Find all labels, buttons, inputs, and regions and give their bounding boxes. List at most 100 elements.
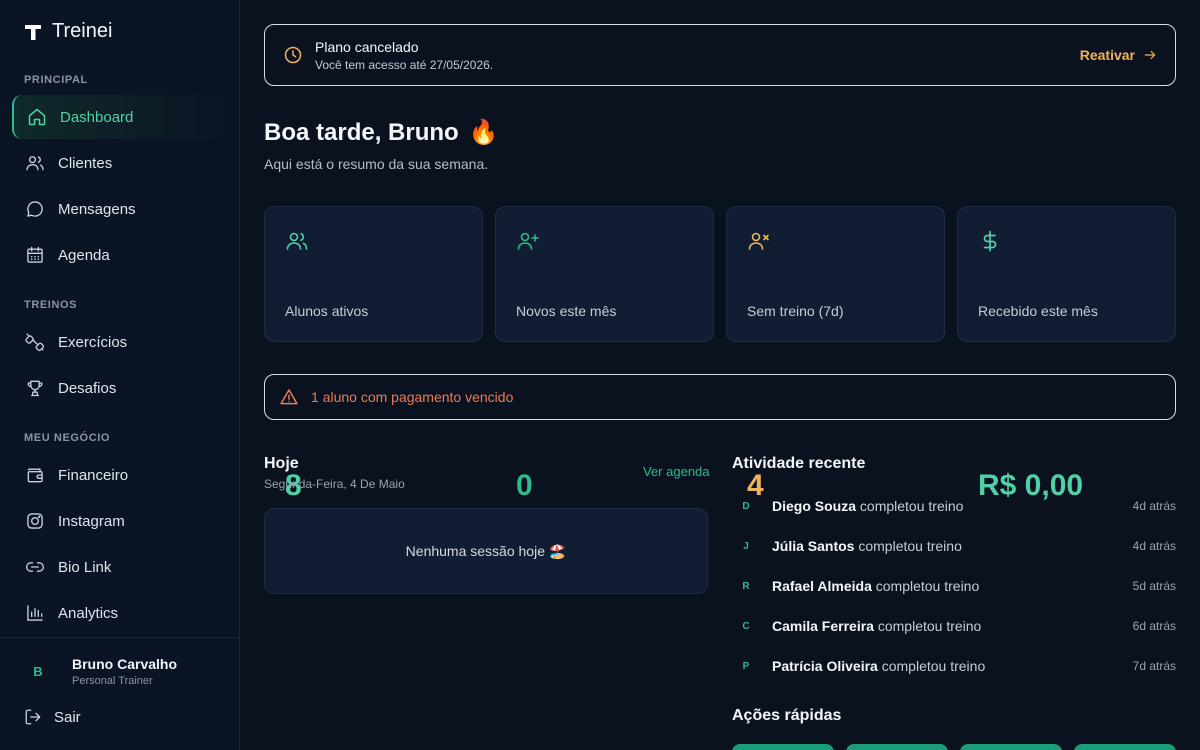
section-label-principal: PRINCIPAL — [24, 74, 88, 86]
dollar-icon — [983, 230, 997, 252]
sidebar-item-agenda[interactable]: Agenda — [12, 233, 228, 277]
quick-action-button[interactable] — [1074, 744, 1176, 750]
sidebar-item-financeiro[interactable]: Financeiro — [12, 453, 228, 497]
users-icon — [24, 152, 46, 174]
arrow-right-icon — [1144, 50, 1156, 60]
sidebar: Treinei PRINCIPAL Dashboard Clientes Men… — [0, 0, 240, 750]
dumbbell-icon — [24, 331, 46, 353]
user-x-icon — [748, 232, 769, 250]
activity-user: Diego Souza — [772, 498, 857, 514]
sidebar-item-label: Financeiro — [58, 466, 129, 484]
user-profile[interactable]: B Bruno Carvalho Personal Trainer — [24, 656, 177, 687]
activity-text: Patrícia Oliveira completou treino — [772, 658, 985, 674]
wallet-icon — [24, 464, 46, 486]
sidebar-divider — [0, 637, 240, 638]
avatar: R — [742, 580, 750, 592]
list-item[interactable]: D Diego Souza completou treino 4d atrás — [732, 494, 1176, 518]
activity-text: Diego Souza completou treino — [772, 498, 963, 514]
stat-card-no-workout[interactable]: 4 Sem treino (7d) — [726, 206, 945, 502]
sidebar-item-clientes[interactable]: Clientes — [12, 141, 228, 185]
fire-icon: 🔥 — [468, 119, 499, 146]
activity-time: 7d atrás — [1132, 659, 1176, 673]
today-date: Segunda-Feira, 4 De Maio — [264, 477, 405, 491]
sidebar-item-label: Dashboard — [60, 108, 134, 126]
avatar: B — [33, 664, 43, 679]
user-role: Personal Trainer — [72, 675, 153, 687]
activity-user: Júlia Santos — [772, 538, 855, 554]
empty-sessions: Nenhuma sessão hoje 🏖️ — [264, 508, 708, 594]
trophy-icon — [24, 377, 46, 399]
home-icon — [26, 106, 48, 128]
today-title: Hoje — [264, 455, 299, 472]
users-icon — [286, 232, 308, 250]
activity-action: completou treino — [877, 618, 982, 634]
sidebar-item-exercicios[interactable]: Exercícios — [12, 320, 228, 364]
reactivate-button[interactable]: Reativar — [1080, 47, 1157, 63]
instagram-icon — [24, 510, 46, 532]
sidebar-item-analytics[interactable]: Analytics — [12, 591, 228, 635]
payment-overdue-alert[interactable]: 1 aluno com pagamento vencido — [264, 374, 1176, 420]
list-item[interactable]: R Rafael Almeida completou treino 5d atr… — [732, 574, 1176, 598]
stat-card-received-this-month[interactable]: R$ 0,00 Recebido este mês — [957, 206, 1176, 502]
quick-actions-title: Ações rápidas — [732, 707, 842, 724]
activity-action: completou treino — [875, 578, 980, 594]
quick-action-button[interactable] — [732, 744, 834, 750]
stat-label: Sem treino (7d) — [747, 303, 844, 319]
activity-user: Patrícia Oliveira — [772, 658, 878, 674]
logo-icon — [25, 24, 41, 40]
see-agenda-link[interactable]: Ver agenda — [643, 464, 710, 479]
user-plus-icon — [517, 232, 539, 250]
logout-label: Sair — [54, 708, 81, 726]
stat-label: Novos este mês — [516, 303, 617, 319]
activity-user: Camila Ferreira — [772, 618, 874, 634]
alert-text: 1 aluno com pagamento vencido — [311, 389, 514, 405]
avatar: D — [742, 500, 750, 512]
avatar: J — [743, 540, 749, 552]
sidebar-item-bio-link[interactable]: Bio Link — [12, 545, 228, 589]
stat-card-active-students[interactable]: 8 Alunos ativos — [264, 206, 483, 502]
list-item[interactable]: C Camila Ferreira completou treino 6d at… — [732, 614, 1176, 638]
sidebar-item-instagram[interactable]: Instagram — [12, 499, 228, 543]
activity-action: completou treino — [859, 498, 964, 514]
link-icon — [24, 556, 46, 578]
activity-time: 4d atrás — [1132, 499, 1176, 513]
activity-time: 6d atrás — [1132, 619, 1176, 633]
activity-text: Júlia Santos completou treino — [772, 538, 962, 554]
section-label-meu-negocio: MEU NEGÓCIO — [24, 432, 111, 444]
banner-subtitle: Você tem acesso até 27/05/2026. — [315, 57, 494, 72]
stat-value: 0 — [516, 469, 533, 502]
sidebar-item-label: Agenda — [58, 246, 110, 264]
quick-action-button[interactable] — [960, 744, 1062, 750]
activity-action: completou treino — [881, 658, 986, 674]
clock-icon — [284, 46, 302, 64]
bar-chart-icon — [24, 602, 46, 624]
sidebar-item-label: Bio Link — [58, 558, 112, 576]
activity-text: Rafael Almeida completou treino — [772, 578, 979, 594]
sidebar-item-label: Exercícios — [58, 333, 128, 351]
brand[interactable]: Treinei — [24, 20, 112, 43]
greeting: Boa tarde, Bruno 🔥 — [264, 118, 499, 147]
sidebar-item-label: Mensagens — [58, 200, 136, 218]
banner-title: Plano cancelado — [315, 38, 419, 55]
sidebar-item-dashboard[interactable]: Dashboard — [12, 95, 228, 139]
user-name: Bruno Carvalho — [72, 656, 178, 672]
list-item[interactable]: J Júlia Santos completou treino 4d atrás — [732, 534, 1176, 558]
list-item[interactable]: P Patrícia Oliveira completou treino 7d … — [732, 654, 1176, 678]
section-label-treinos: TREINOS — [24, 299, 78, 311]
activity-time: 5d atrás — [1132, 579, 1176, 593]
plan-cancelled-banner: Plano cancelado Você tem acesso até 27/0… — [264, 24, 1176, 86]
reactivate-label: Reativar — [1079, 47, 1135, 63]
warning-icon — [280, 389, 298, 405]
stat-card-new-this-month[interactable]: 0 Novos este mês — [495, 206, 714, 502]
sidebar-item-desafios[interactable]: Desafios — [12, 366, 228, 410]
logout-button[interactable]: Sair — [24, 708, 81, 726]
sidebar-item-mensagens[interactable]: Mensagens — [12, 187, 228, 231]
stat-label: Alunos ativos — [285, 303, 369, 319]
sidebar-item-label: Instagram — [58, 512, 125, 530]
activity-time: 4d atrás — [1132, 539, 1176, 553]
activity-user: Rafael Almeida — [772, 578, 872, 594]
message-icon — [24, 198, 46, 220]
logout-icon — [24, 708, 42, 726]
quick-action-button[interactable] — [846, 744, 948, 750]
sidebar-item-label: Desafios — [58, 379, 117, 397]
